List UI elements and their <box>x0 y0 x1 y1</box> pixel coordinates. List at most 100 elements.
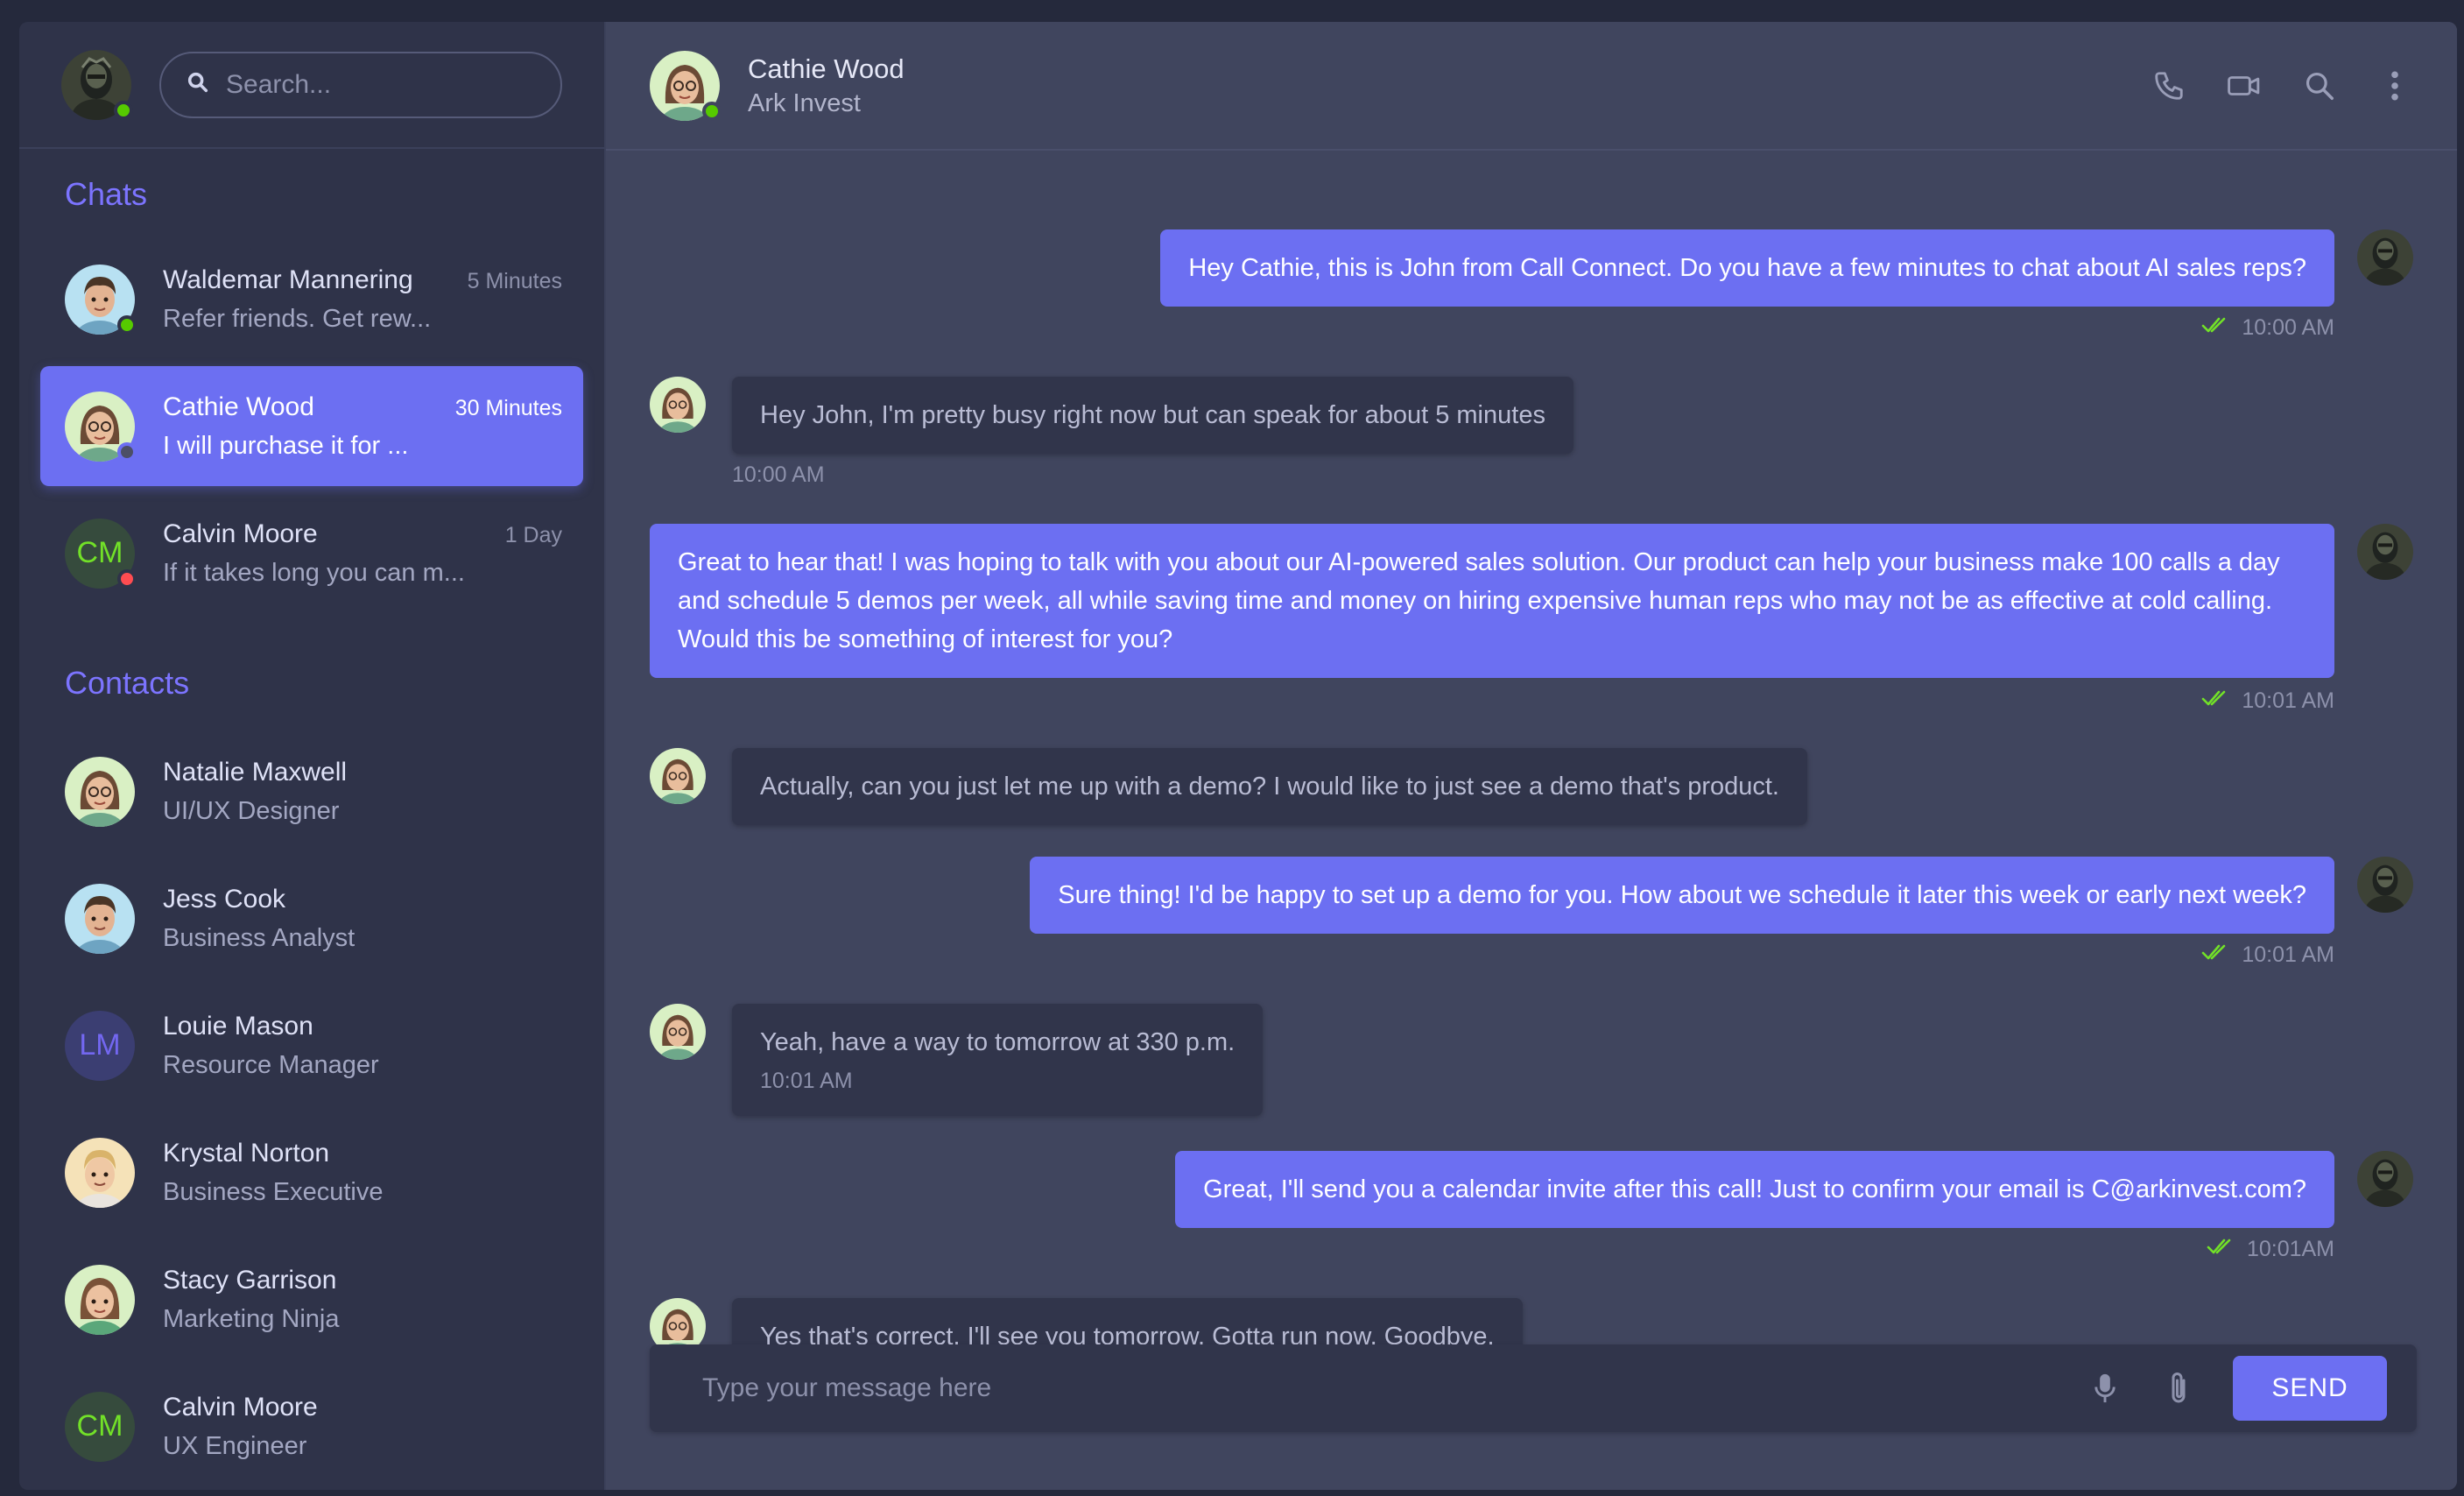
contact-company: Ark Invest <box>748 88 861 117</box>
avatar <box>65 1137 135 1208</box>
contact-role: Business Executive <box>163 1177 384 1206</box>
header-actions <box>2151 67 2413 104</box>
contact-name: Louie Mason <box>163 1011 313 1041</box>
message-meta: 10:01 AM <box>2201 688 2334 714</box>
contact-role: Marketing Ninja <box>163 1304 340 1333</box>
message-time: 10:01 AM <box>2242 688 2334 713</box>
message-outgoing: Great to hear that! I was hoping to talk… <box>650 524 2334 678</box>
message-bubble: Hey Cathie, this is John from Call Conne… <box>1160 229 2334 307</box>
contact-item-calvin-moore[interactable]: CM Calvin Moore UX Engineer <box>40 1363 583 1490</box>
contact-item-louie-mason[interactable]: LM Louie Mason Resource Manager <box>40 982 583 1109</box>
chats-section-title: Chats <box>65 175 148 212</box>
message-meta: 10:01AM <box>2207 1237 2334 1262</box>
message-incoming: Hey John, I'm pretty busy right now but … <box>732 377 1573 454</box>
away-status-dot <box>117 441 137 462</box>
sender-avatar <box>650 377 706 433</box>
message-bubble: Great to hear that! I was hoping to talk… <box>650 524 2334 678</box>
sidebar: Chats <box>19 22 606 1490</box>
chat-pane: Cathie Wood Ark Invest Hey Cathie, this … <box>606 22 2457 1490</box>
chat-time: 30 Minutes <box>454 395 562 420</box>
double-check-icon <box>2207 1237 2236 1262</box>
contact-avatar[interactable] <box>650 50 722 121</box>
search-input[interactable] <box>226 69 536 100</box>
avatar <box>65 1264 135 1335</box>
chat-preview: Refer friends. Get rew... <box>163 304 432 333</box>
message-meta: 10:00 AM <box>732 462 825 488</box>
more-options-icon[interactable] <box>2376 67 2413 104</box>
avatar-initials: LM <box>65 1010 135 1081</box>
message-outgoing: Sure thing! I'd be happy to set up a dem… <box>1030 857 2334 934</box>
chat-item-calvin-moore[interactable]: CM Calvin Moore 1 Day If it takes long y… <box>40 493 583 613</box>
contact-item-krystal-norton[interactable]: Krystal Norton Business Executive <box>40 1109 583 1236</box>
avatar-initials: CM <box>65 518 137 589</box>
contact-item-natalie-maxwell[interactable]: Natalie Maxwell UI/UX Designer <box>40 728 583 855</box>
message-time: 10:01AM <box>2246 1237 2334 1261</box>
avatar <box>65 883 135 954</box>
microphone-icon[interactable] <box>2086 1369 2124 1408</box>
sender-avatar <box>2357 857 2413 913</box>
chat-list: Waldemar Mannering 5 Minutes Refer frien… <box>19 239 604 620</box>
initials-text: CM <box>76 1409 123 1443</box>
double-check-icon <box>2201 315 2231 341</box>
message-bubble: Yeah, have a way to tomorrow at 330 p.m.… <box>732 1004 1264 1116</box>
send-button[interactable]: SEND <box>2233 1356 2387 1421</box>
chat-header: Cathie Wood Ark Invest <box>606 22 2457 151</box>
online-status-dot <box>114 100 133 120</box>
message-bubble: Great, I'll send you a calendar invite a… <box>1175 1151 2334 1228</box>
message-outgoing: Great, I'll send you a calendar invite a… <box>1175 1151 2334 1228</box>
message-time: 10:00 AM <box>732 462 825 487</box>
contact-item-stacy-garrison[interactable]: Stacy Garrison Marketing Ninja <box>40 1236 583 1363</box>
message-bubble: Hey John, I'm pretty busy right now but … <box>732 377 1573 454</box>
avatar-initials: CM <box>65 1391 135 1462</box>
contacts-section-title: Contacts <box>65 664 190 701</box>
chat-preview: I will purchase it for ... <box>163 431 409 460</box>
message-bubble: Sure thing! I'd be happy to set up a dem… <box>1030 857 2334 934</box>
avatar <box>65 756 135 827</box>
double-check-icon <box>2201 688 2231 714</box>
busy-status-dot <box>117 568 137 589</box>
sender-avatar <box>2357 524 2413 580</box>
sidebar-header <box>19 22 604 150</box>
contact-role: Business Analyst <box>163 923 356 952</box>
initials-text: LM <box>79 1028 121 1062</box>
message-incoming: Yeah, have a way to tomorrow at 330 p.m.… <box>732 1004 1264 1116</box>
chat-name: Cathie Wood <box>163 392 314 421</box>
message-time: 10:01 AM <box>760 1069 853 1093</box>
chat-time: 5 Minutes <box>467 268 562 293</box>
sender-avatar <box>650 1004 706 1060</box>
message-time: 10:00 AM <box>2242 315 2334 340</box>
contact-name: Calvin Moore <box>163 1392 318 1422</box>
contact-item-jess-cook[interactable]: Jess Cook Business Analyst <box>40 855 583 982</box>
sender-avatar <box>650 748 706 804</box>
sender-avatar <box>2357 1151 2413 1207</box>
video-call-icon[interactable] <box>2226 67 2263 104</box>
phone-icon[interactable] <box>2151 67 2187 104</box>
attachment-icon[interactable] <box>2159 1369 2198 1408</box>
chat-item-cathie-wood[interactable]: Cathie Wood 30 Minutes I will purchase i… <box>40 366 583 487</box>
chat-name: Waldemar Mannering <box>163 265 413 294</box>
online-status-dot <box>117 314 137 335</box>
contact-name: Stacy Garrison <box>163 1265 337 1295</box>
message-time: 10:01 AM <box>2242 942 2334 967</box>
message-text: Yeah, have a way to tomorrow at 330 p.m. <box>760 1028 1236 1056</box>
contact-name: Krystal Norton <box>163 1138 330 1168</box>
message-input[interactable] <box>702 1373 2051 1403</box>
contact-name: Natalie Maxwell <box>163 757 348 787</box>
search-icon <box>186 70 210 99</box>
chat-preview: If it takes long you can m... <box>163 558 465 587</box>
message-meta: 10:00 AM <box>2201 315 2334 341</box>
contact-role: Resource Manager <box>163 1050 379 1079</box>
contact-role: UX Engineer <box>163 1431 307 1460</box>
contact-name: Cathie Wood <box>748 53 905 84</box>
chat-name: Calvin Moore <box>163 519 318 548</box>
double-check-icon <box>2201 942 2231 968</box>
message-incoming: Actually, can you just let me up with a … <box>732 748 1807 825</box>
message-outgoing: Hey Cathie, this is John from Call Conne… <box>1160 229 2334 307</box>
search-icon[interactable] <box>2301 67 2338 104</box>
search-box[interactable] <box>159 51 562 118</box>
message-bubble: Actually, can you just let me up with a … <box>732 748 1807 825</box>
chat-item-waldemar-mannering[interactable]: Waldemar Mannering 5 Minutes Refer frien… <box>40 239 583 359</box>
message-list: Hey Cathie, this is John from Call Conne… <box>606 151 2457 1490</box>
user-avatar[interactable] <box>61 49 133 120</box>
chat-time: 1 Day <box>504 522 562 547</box>
